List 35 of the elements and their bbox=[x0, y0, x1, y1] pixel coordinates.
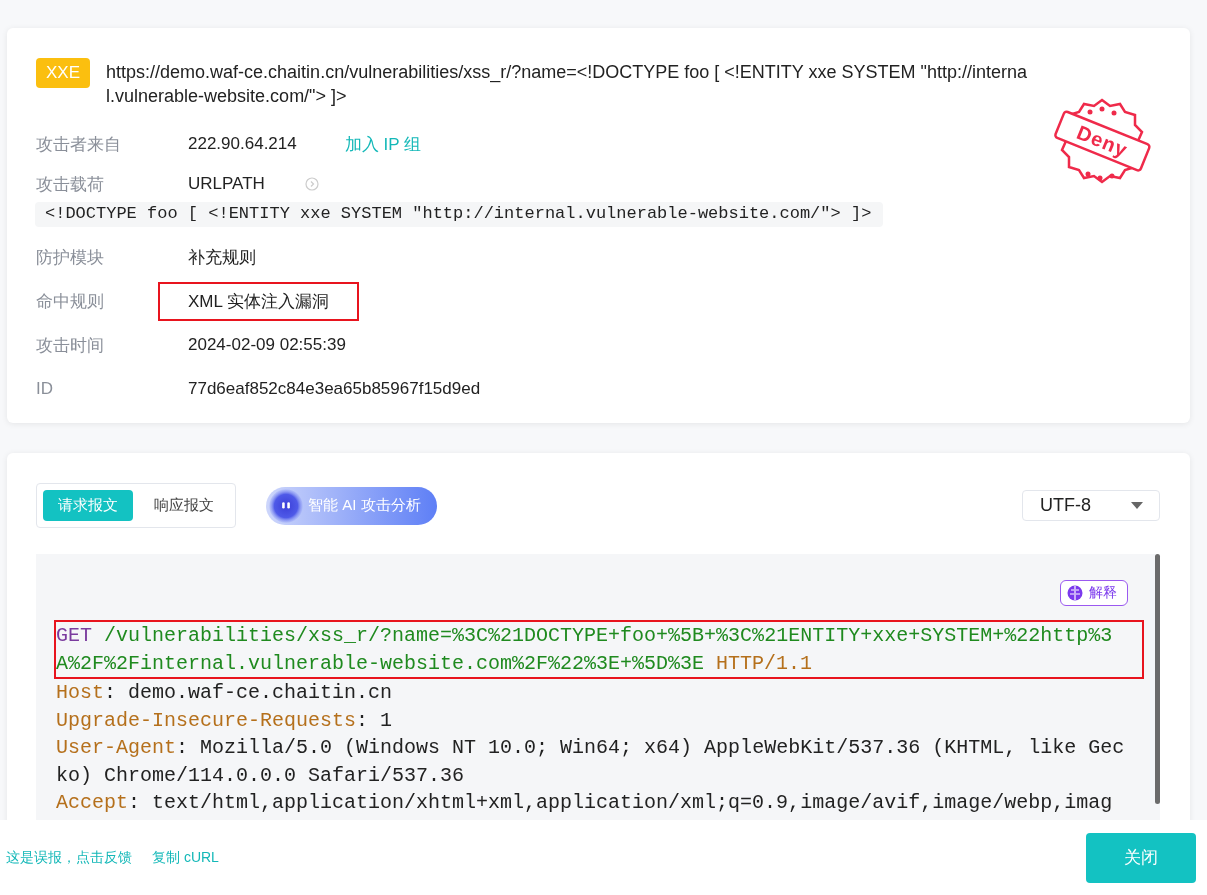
payload-code: <!DOCTYPE foo [ <!ENTITY xxe SYSTEM "http://internal.vulnerable-website.com/"> ]> bbox=[35, 202, 884, 227]
highlighted-value: XML 实体注入漏洞 bbox=[158, 281, 360, 321]
row-value: 222.90.64.214 bbox=[187, 133, 298, 155]
ai-analysis-button[interactable]: 智能 AI 攻击分析 bbox=[266, 486, 437, 525]
row-value: 77d6eaf852c84e3ea65b85967f15d9ed bbox=[187, 378, 482, 400]
field-label: 攻击时间 bbox=[36, 334, 105, 357]
message-tab[interactable]: 请求报文 bbox=[43, 490, 133, 521]
code-line: Upgrade-Insecure-Requests: 1 bbox=[56, 707, 394, 734]
encoding-select[interactable]: UTF-8 bbox=[1022, 490, 1160, 521]
field-label: 命中规则 bbox=[36, 290, 105, 313]
code-line: Host: demo.waf-ce.chaitin.cn bbox=[56, 680, 394, 706]
code-line: GET /vulnerabilities/xss_r/?name=%3C%21DOCTYPE+foo+%5B+%3C%21ENTITY+xxe+SYSTEM+%22http%3 bbox=[56, 623, 1114, 649]
attack-url: https://demo.waf-ce.chaitin.cn/vulnerabilities/xss_r/?name=<!DOCTYPE foo [ <!ENTITY xxe SYSTEM "http://internal.vulnerable-website.com/"> ]> bbox=[106, 61, 1028, 108]
row-value: 补充规则 bbox=[187, 246, 257, 269]
brain-icon bbox=[1067, 585, 1083, 601]
field-label: 攻击者来自 bbox=[36, 133, 122, 156]
explain-button[interactable]: 解释 bbox=[1060, 580, 1128, 606]
add-ip-group-link[interactable]: 加入 IP 组 bbox=[344, 132, 421, 156]
footer-link[interactable]: 这是误报，点击反馈 bbox=[6, 848, 132, 867]
message-tab[interactable]: 响应报文 bbox=[139, 490, 229, 521]
field-label: ID bbox=[36, 379, 54, 399]
code-line: A%2F%2Finternal.vulnerable-website.com%2F%22%3E+%5D%3E HTTP/1.1 bbox=[56, 650, 814, 677]
scrollbar[interactable] bbox=[1155, 554, 1160, 804]
row-value: URLPATH bbox=[187, 173, 266, 195]
code-line: Accept: text/html,application/xhtml+xml,application/xml;q=0.9,image/avif,image/webp,imag bbox=[56, 790, 1114, 816]
row-value: 2024-02-09 02:55:39 bbox=[187, 334, 347, 356]
close-button[interactable]: 关闭 bbox=[1086, 832, 1196, 883]
field-label: 防护模块 bbox=[36, 246, 105, 269]
code-line: ko) Chrome/114.0.0.0 Safari/537.36 bbox=[56, 762, 466, 789]
footer-link[interactable]: 复制 cURL bbox=[152, 848, 219, 867]
attack-type-tag: XXE bbox=[36, 58, 91, 88]
chevron-circle-icon[interactable] bbox=[304, 177, 319, 191]
robot-blob-icon bbox=[268, 487, 304, 524]
field-label: 攻击载荷 bbox=[36, 173, 105, 196]
caret-icon bbox=[1131, 501, 1143, 510]
